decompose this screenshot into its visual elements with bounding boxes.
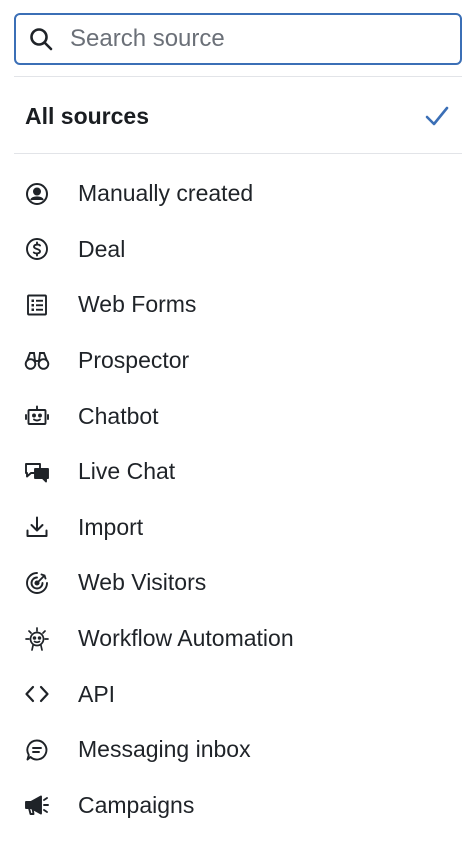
robot-icon — [24, 403, 50, 429]
all-sources-option[interactable]: All sources — [14, 86, 462, 146]
divider-top — [14, 76, 462, 77]
source-item-api[interactable]: API — [14, 666, 462, 722]
source-item-import[interactable]: Import — [14, 500, 462, 556]
message-circle-icon — [24, 737, 50, 763]
source-item-label: Prospector — [78, 347, 190, 374]
chat-bubbles-icon — [24, 459, 50, 485]
source-item-workflow-automation[interactable]: Workflow Automation — [14, 611, 462, 667]
source-item-campaigns[interactable]: Campaigns — [14, 778, 462, 834]
target-icon — [24, 570, 50, 596]
source-item-label: API — [78, 680, 116, 707]
source-item-label: Deal — [78, 235, 126, 262]
source-item-label: Web Forms — [78, 291, 197, 318]
source-item-label: Campaigns — [78, 791, 195, 818]
source-item-label: Messaging inbox — [78, 736, 251, 763]
code-brackets-icon — [24, 681, 50, 707]
source-item-deal[interactable]: Deal — [14, 222, 462, 278]
source-item-label: Live Chat — [78, 458, 176, 485]
source-item-label: Chatbot — [78, 402, 159, 429]
source-item-web-visitors[interactable]: Web Visitors — [14, 555, 462, 611]
user-circle-icon — [24, 181, 50, 207]
dollar-circle-icon — [24, 236, 50, 262]
source-list: Manually created Deal Web Forms Prospect… — [14, 166, 462, 833]
automation-robot-icon — [24, 626, 50, 652]
source-item-manually-created[interactable]: Manually created — [14, 166, 462, 222]
search-box[interactable] — [14, 13, 462, 65]
divider-bottom — [14, 153, 462, 154]
source-item-label: Manually created — [78, 180, 254, 207]
all-sources-label: All sources — [25, 102, 149, 129]
download-icon — [24, 514, 50, 540]
source-item-label: Workflow Automation — [78, 625, 294, 652]
source-item-chatbot[interactable]: Chatbot — [14, 388, 462, 444]
megaphone-icon — [24, 792, 50, 818]
search-icon — [28, 26, 54, 52]
form-list-icon — [24, 292, 50, 318]
binoculars-icon — [24, 348, 50, 374]
source-item-messaging-inbox[interactable]: Messaging inbox — [14, 722, 462, 778]
source-filter-panel: All sources Manually created — [0, 0, 474, 853]
source-item-label: Import — [78, 513, 144, 540]
checkmark-icon — [424, 103, 450, 129]
source-item-web-forms[interactable]: Web Forms — [14, 277, 462, 333]
source-item-label: Web Visitors — [78, 569, 207, 596]
source-item-live-chat[interactable]: Live Chat — [14, 444, 462, 500]
search-input[interactable] — [70, 25, 430, 53]
source-item-prospector[interactable]: Prospector — [14, 333, 462, 389]
